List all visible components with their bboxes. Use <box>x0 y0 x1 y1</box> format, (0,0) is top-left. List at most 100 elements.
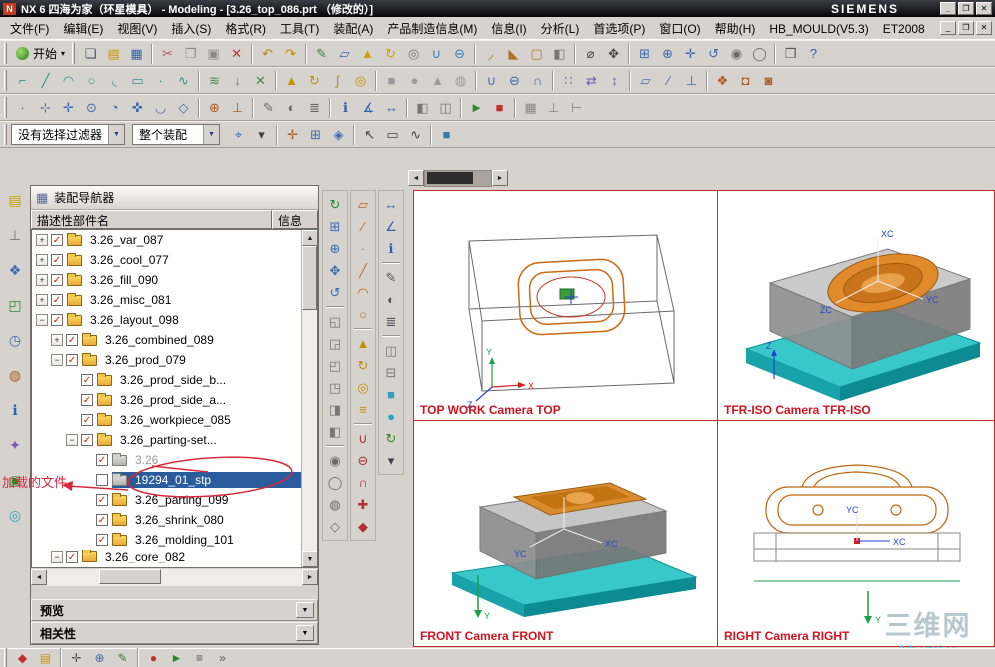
component-checkbox[interactable]: ✓ <box>66 550 78 563</box>
tree-row[interactable]: ✓ 3.26_workpiece_085 <box>32 410 301 430</box>
wcs-orient-icon[interactable]: ⊥ <box>226 97 249 119</box>
patch-strip-icon[interactable]: ◆ <box>352 516 374 537</box>
scroll-left-icon[interactable]: ◄ <box>31 569 47 585</box>
toolbar-grip[interactable] <box>4 43 7 64</box>
child-minimize-icon[interactable]: _ <box>940 21 956 35</box>
tree-row-content[interactable]: 3.26_layout_098 <box>67 312 301 328</box>
tree-row-content[interactable]: 19294_01_stp <box>112 472 301 488</box>
measure-distance-strip-icon[interactable]: ↔ <box>380 194 402 215</box>
tree-row[interactable]: + ✓ 3.26_combined_089 <box>32 330 301 350</box>
component-checkbox[interactable]: ✓ <box>51 314 63 326</box>
sketch-icon[interactable]: ✎ <box>310 43 333 65</box>
scroll-down-icon[interactable]: ▼ <box>302 551 317 567</box>
tree-expander[interactable]: − <box>36 314 48 326</box>
scroll-right-icon[interactable]: ► <box>492 170 508 186</box>
pan-icon[interactable]: ✛ <box>679 43 702 65</box>
tree-row[interactable]: − ✓ 3.26_layout_098 <box>32 310 301 330</box>
grid-icon[interactable]: ▦ <box>519 97 542 119</box>
zoom-icon[interactable]: ⊕ <box>656 43 679 65</box>
component-checkbox[interactable]: ✓ <box>51 274 63 286</box>
wireframe-mode-icon[interactable]: ◯ <box>748 43 771 65</box>
tree-row[interactable]: − ✓ 3.26_core_082 <box>32 550 301 563</box>
child-restore-icon[interactable]: ❐ <box>958 21 974 35</box>
tree-row-content[interactable]: 3.26 <box>112 452 301 468</box>
start-app-icon[interactable]: ◆ <box>11 649 34 667</box>
tree-expander[interactable]: − <box>66 434 78 446</box>
toolbar-grip[interactable] <box>4 70 7 91</box>
measure-distance-icon[interactable]: ↔ <box>380 97 403 119</box>
snap-existing-point-icon[interactable]: ✜ <box>126 97 149 119</box>
hole-icon[interactable]: ◎ <box>402 43 425 65</box>
snap-mid-point-icon[interactable]: ⊹ <box>34 97 57 119</box>
rectangle-icon[interactable]: ▭ <box>126 70 149 92</box>
component-checkbox[interactable]: ✓ <box>66 334 78 346</box>
component-checkbox[interactable]: ✓ <box>81 414 93 426</box>
toolbar-grip[interactable] <box>4 647 7 667</box>
component-checkbox[interactable]: ✓ <box>96 454 108 466</box>
scroll-right-icon[interactable]: ► <box>302 569 318 585</box>
macro-play-icon[interactable]: ► <box>165 649 188 667</box>
component-name[interactable]: 3.26_parting_099 <box>131 492 232 508</box>
project-curve-icon[interactable]: ↓ <box>226 70 249 92</box>
scrollbar-track[interactable] <box>302 310 317 551</box>
fit-view-strip-icon[interactable]: ⊞ <box>324 216 346 237</box>
snap-point-toggle-icon[interactable]: ⌖ <box>227 124 250 146</box>
revolve-icon[interactable]: ↻ <box>379 43 402 65</box>
help-icon[interactable]: ? <box>802 43 825 65</box>
move-object-icon[interactable]: ✥ <box>602 43 625 65</box>
component-checkbox[interactable]: ✓ <box>81 374 93 386</box>
left-view-icon[interactable]: ◧ <box>324 421 346 442</box>
fit-view-icon[interactable]: ⊞ <box>633 43 656 65</box>
tree-row-content[interactable]: 3.26_shrink_080 <box>112 512 301 528</box>
datum-axis-icon[interactable]: ∕ <box>657 70 680 92</box>
front-view-icon[interactable]: ◳ <box>324 377 346 398</box>
sphere-display-icon[interactable]: ● <box>380 406 402 427</box>
settings-icon[interactable]: ≡ <box>188 649 211 667</box>
component-name[interactable]: 3.26_prod_079 <box>101 352 190 368</box>
assembly-scope-combo[interactable]: 整个装配 ▼ <box>132 124 221 145</box>
more-tools-icon[interactable]: » <box>211 649 234 667</box>
shaded-view-icon[interactable]: ◉ <box>324 450 346 471</box>
window-close-icon[interactable]: ✕ <box>976 2 992 15</box>
tree-row[interactable]: + ✓ 3.26_cool_077 <box>32 250 301 270</box>
object-information-icon[interactable]: ℹ <box>380 238 402 259</box>
studio-spline-icon[interactable]: ∿ <box>172 70 195 92</box>
section-view-icon[interactable]: ◫ <box>434 97 457 119</box>
expand-more-icon[interactable]: ▾ <box>380 450 402 471</box>
cone-icon[interactable]: ▲ <box>426 70 449 92</box>
viewport-splitter-scrollbar[interactable]: ◄ ► <box>408 170 508 187</box>
tree-row[interactable]: ✓ 3.26_molding_101 <box>32 530 301 550</box>
boss-icon[interactable]: ◘ <box>734 70 757 92</box>
offset-curve-icon[interactable]: ≋ <box>203 70 226 92</box>
circle-icon[interactable]: ○ <box>80 70 103 92</box>
snap-quadrant-icon[interactable]: ◔ <box>103 97 126 119</box>
extrude-feature-icon[interactable]: ▲ <box>280 70 303 92</box>
boolean-intersect-icon[interactable]: ∩ <box>526 70 549 92</box>
selection-filter-combo[interactable]: 没有选择过滤器 ▼ <box>11 124 126 145</box>
component-checkbox[interactable]: ✓ <box>51 234 63 246</box>
tree-expander[interactable]: − <box>51 354 63 366</box>
menu-item-3[interactable]: 插入(S) <box>164 19 218 39</box>
component-name[interactable]: 19294_01_stp <box>131 472 215 488</box>
preview-section-bar[interactable]: 预览 ▼ <box>31 599 318 621</box>
cut-icon[interactable]: ✂ <box>156 43 179 65</box>
layer-strip-icon[interactable]: ≣ <box>380 311 402 332</box>
datum-plane-2-icon[interactable]: ▱ <box>634 70 657 92</box>
general-selection-icon[interactable]: ↖ <box>358 124 381 146</box>
pocket-icon[interactable]: ◙ <box>757 70 780 92</box>
line-strip-icon[interactable]: ╱ <box>352 260 374 281</box>
tree-row[interactable]: − ✓ 3.26_prod_079 <box>32 350 301 370</box>
component-checkbox[interactable]: ✓ <box>96 494 108 506</box>
tree-row-content[interactable]: 3.26_prod_side_a... <box>97 392 301 408</box>
datum-csys-icon[interactable]: ⊥ <box>680 70 703 92</box>
toolbar-grip[interactable] <box>72 43 76 64</box>
manufacturing-wizard-tab-icon[interactable]: ✦ <box>4 435 26 455</box>
component-checkbox[interactable]: ✓ <box>81 434 93 446</box>
tree-horizontal-scrollbar[interactable]: ◄ ► <box>31 569 318 586</box>
measure-angle-icon[interactable]: ∡ <box>357 97 380 119</box>
tree-row[interactable]: ✓ 3.26_shrink_080 <box>32 510 301 530</box>
edit-display-strip-icon[interactable]: ✎ <box>380 267 402 288</box>
viewport-tfr-iso[interactable]: XC YC ZC Z TFR-ISO Camera TFR-ISO <box>717 190 995 421</box>
menu-item-10[interactable]: 首选项(P) <box>586 19 652 39</box>
layer-settings-icon[interactable]: ≣ <box>303 97 326 119</box>
